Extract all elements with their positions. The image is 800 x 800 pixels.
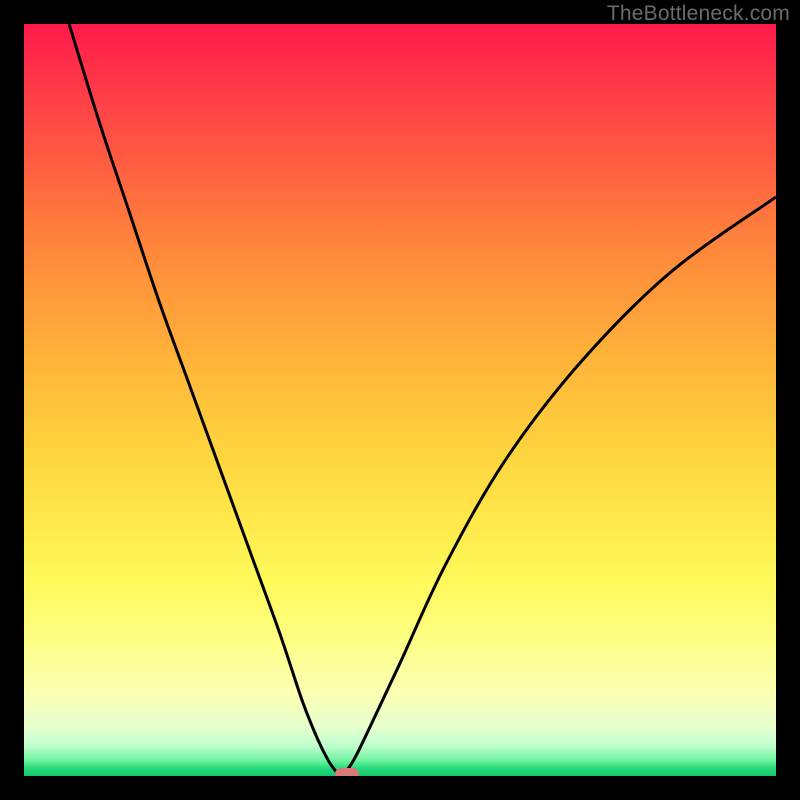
curve-layer [24, 24, 776, 776]
optimal-point-marker [335, 768, 359, 776]
plot-area [24, 24, 776, 776]
watermark-text: TheBottleneck.com [607, 2, 790, 26]
bottleneck-curve [69, 24, 776, 776]
chart-frame: TheBottleneck.com [0, 0, 800, 800]
